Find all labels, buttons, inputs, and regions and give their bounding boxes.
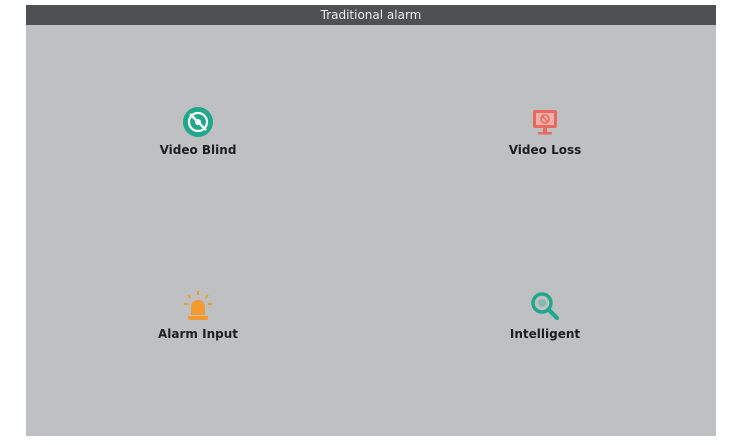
video-loss-tile[interactable]: Video Loss xyxy=(465,105,625,175)
video-blind-tile[interactable]: Video Blind xyxy=(118,105,278,175)
video-blind-icon xyxy=(183,107,213,137)
window-title: Traditional alarm xyxy=(26,5,716,25)
intelligent-tile[interactable]: Intelligent xyxy=(465,289,625,359)
video-loss-icon xyxy=(533,110,557,135)
alarm-input-label: Alarm Input xyxy=(158,327,238,341)
alarm-siren-icon xyxy=(184,291,212,320)
traditional-alarm-window: Traditional alarm Video Blind Video Loss xyxy=(26,5,716,436)
alarm-input-tile[interactable]: Alarm Input xyxy=(118,289,278,359)
magnifier-icon xyxy=(531,292,560,321)
intelligent-label: Intelligent xyxy=(509,327,581,341)
video-loss-label: Video Loss xyxy=(508,143,582,157)
video-blind-label: Video Blind xyxy=(159,143,237,157)
